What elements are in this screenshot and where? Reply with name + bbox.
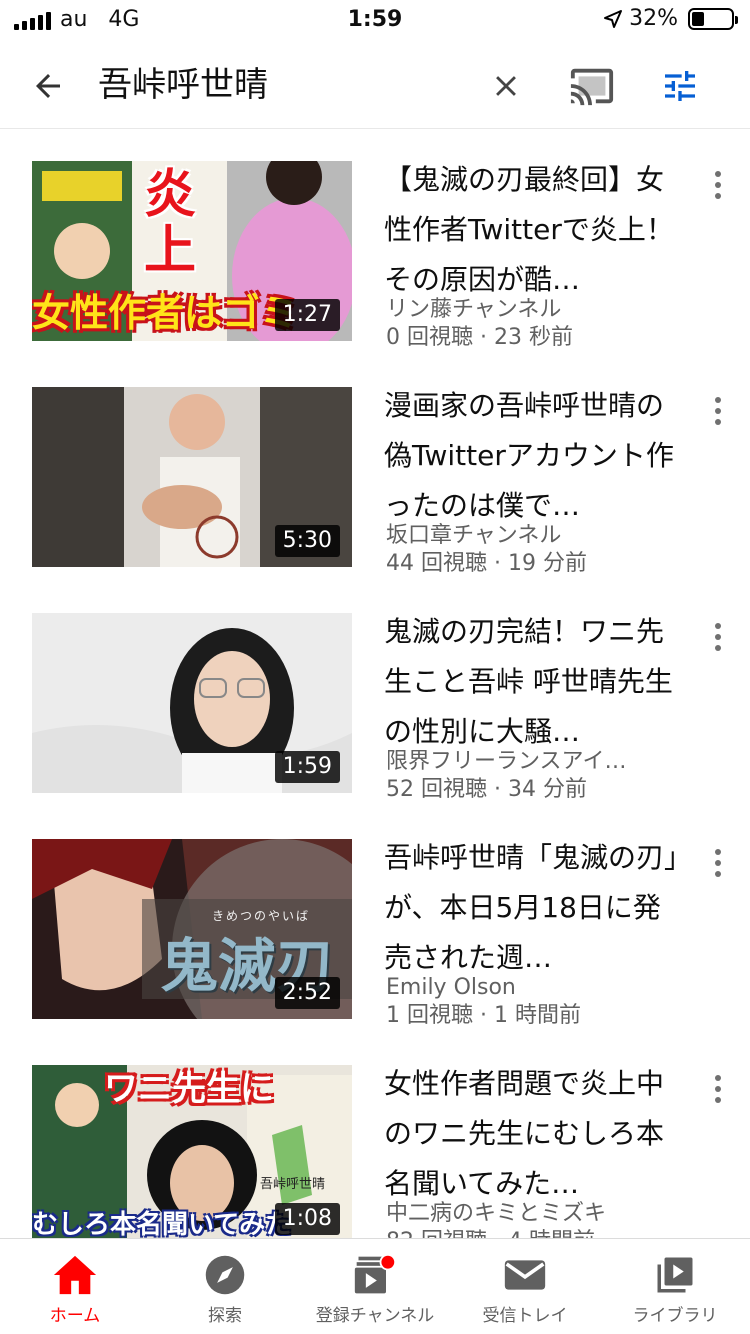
video-meta: 1 回視聴 · 1 時間前 <box>386 1003 581 1028</box>
video-duration: 1:08 <box>274 1203 340 1235</box>
nav-subscriptions[interactable]: 登録チャンネル <box>300 1239 450 1334</box>
more-vert-icon <box>715 171 721 177</box>
video-thumbnail[interactable]: 1:59 <box>32 613 352 793</box>
nav-label: 受信トレイ <box>482 1306 568 1326</box>
video-title[interactable]: 女性作者問題で炎上中のワニ先生にむしろ本名聞いてみた… <box>384 1059 684 1209</box>
nav-label: 探索 <box>208 1306 242 1326</box>
thumbnail-caption-small: きめつのやいば <box>212 909 311 923</box>
thumbnail-caption-book: 吾峠呼世晴 <box>260 1177 326 1192</box>
more-options-button[interactable] <box>700 391 736 431</box>
video-thumbnail[interactable]: 炎上 女性作者はゴミ 1:27 <box>32 161 352 341</box>
video-title[interactable]: 吾峠呼世晴「鬼滅の刃」が、本日5月18日に発売された週… <box>384 833 684 983</box>
library-icon <box>654 1253 696 1297</box>
nav-label: 登録チャンネル <box>315 1306 435 1326</box>
video-duration: 2:52 <box>274 977 340 1009</box>
video-meta: 44 回視聴 · 19 分前 <box>386 551 587 576</box>
bottom-navigation: ホーム 探索 登録チャンネル 受信トレイ ライブラリ <box>0 1238 750 1334</box>
video-result[interactable]: 1:59 鬼滅の刃完結！ワニ先生こと吾峠 呼世晴先生の性別に大騒… 限界フリーラ… <box>0 581 750 807</box>
more-vert-icon <box>715 623 721 629</box>
inbox-mail-icon <box>503 1253 547 1297</box>
channel-name[interactable]: リン藤チャンネル <box>386 295 676 325</box>
nav-explore[interactable]: 探索 <box>150 1239 300 1334</box>
back-button[interactable] <box>22 60 74 112</box>
video-meta: 82 回視聴 · 4 時間前 <box>386 1227 595 1238</box>
channel-name[interactable]: 限界フリーランスアイ… <box>386 747 676 777</box>
cast-icon <box>570 68 614 106</box>
more-vert-icon <box>715 849 721 855</box>
thumbnail-caption-bottom: むしろ本名聞いてみた <box>32 1210 292 1238</box>
channel-name[interactable]: 坂口章チャンネル <box>386 521 676 551</box>
video-result[interactable]: きめつのやいば 鬼滅刃 2:52 吾峠呼世晴「鬼滅の刃」が、本日5月18日に発売… <box>0 807 750 1033</box>
more-options-button[interactable] <box>700 1069 736 1109</box>
home-icon <box>52 1253 98 1297</box>
nav-inbox[interactable]: 受信トレイ <box>450 1239 600 1334</box>
thumbnail-caption-top: 炎上 <box>144 165 197 281</box>
video-title[interactable]: 【鬼滅の刃最終回】女性作者Twitterで炎上！その原因が酷… <box>384 155 684 305</box>
channel-name[interactable]: Emily Olson <box>386 973 676 1003</box>
status-right: 32% <box>603 6 738 31</box>
more-options-button[interactable] <box>700 843 736 883</box>
video-result[interactable]: ワニ先生に 吾峠呼世晴 むしろ本名聞いてみた 1:08 女性作者問題で炎上中のワ… <box>0 1033 750 1238</box>
more-vert-icon <box>715 397 721 403</box>
search-query-field[interactable]: 吾峠呼世晴 <box>98 60 268 110</box>
video-duration: 1:59 <box>274 751 340 783</box>
video-title[interactable]: 鬼滅の刃完結！ワニ先生こと吾峠 呼世晴先生の性別に大騒… <box>384 607 684 757</box>
cast-button[interactable] <box>566 60 618 112</box>
channel-name[interactable]: 中二病のキミとミズキ <box>386 1199 676 1229</box>
more-options-button[interactable] <box>700 165 736 205</box>
clear-search-button[interactable] <box>480 60 532 112</box>
video-meta: 0 回視聴 · 23 秒前 <box>386 325 573 350</box>
status-bar: au 4G 1:59 32% <box>0 0 750 42</box>
video-thumbnail[interactable]: ワニ先生に 吾峠呼世晴 むしろ本名聞いてみた 1:08 <box>32 1065 352 1238</box>
location-arrow-icon <box>604 9 623 28</box>
arrow-back-icon <box>36 74 60 98</box>
battery-icon <box>688 7 738 30</box>
nav-label: ライブラリ <box>632 1306 718 1326</box>
search-filter-button[interactable] <box>654 60 706 112</box>
more-vert-icon <box>715 1075 721 1081</box>
nav-home[interactable]: ホーム <box>0 1239 150 1334</box>
video-title[interactable]: 漫画家の吾峠呼世晴の偽Twitterアカウント作ったのは僕で… <box>384 381 684 531</box>
battery-level-fill <box>692 11 704 26</box>
video-result[interactable]: 炎上 女性作者はゴミ 1:27 【鬼滅の刃最終回】女性作者Twitterで炎上！… <box>0 129 750 355</box>
thumbnail-caption-top: ワニ先生に <box>104 1069 274 1109</box>
subscriptions-icon <box>353 1253 397 1297</box>
more-options-button[interactable] <box>700 617 736 657</box>
video-thumbnail[interactable]: きめつのやいば 鬼滅刃 2:52 <box>32 839 352 1019</box>
search-app-bar: 吾峠呼世晴 <box>0 42 750 128</box>
video-duration: 5:30 <box>274 525 340 557</box>
battery-percent: 32% <box>629 6 678 31</box>
video-duration: 1:27 <box>274 299 340 331</box>
nav-label: ホーム <box>49 1306 101 1326</box>
explore-compass-icon <box>204 1253 246 1297</box>
close-icon <box>496 76 516 96</box>
video-thumbnail[interactable]: 5:30 <box>32 387 352 567</box>
search-results-list[interactable]: 炎上 女性作者はゴミ 1:27 【鬼滅の刃最終回】女性作者Twitterで炎上！… <box>0 128 750 1238</box>
nav-library[interactable]: ライブラリ <box>600 1239 750 1334</box>
video-meta: 52 回視聴 · 34 分前 <box>386 777 587 802</box>
tune-filter-icon <box>665 71 695 101</box>
video-result[interactable]: 5:30 漫画家の吾峠呼世晴の偽Twitterアカウント作ったのは僕で… 坂口章… <box>0 355 750 581</box>
